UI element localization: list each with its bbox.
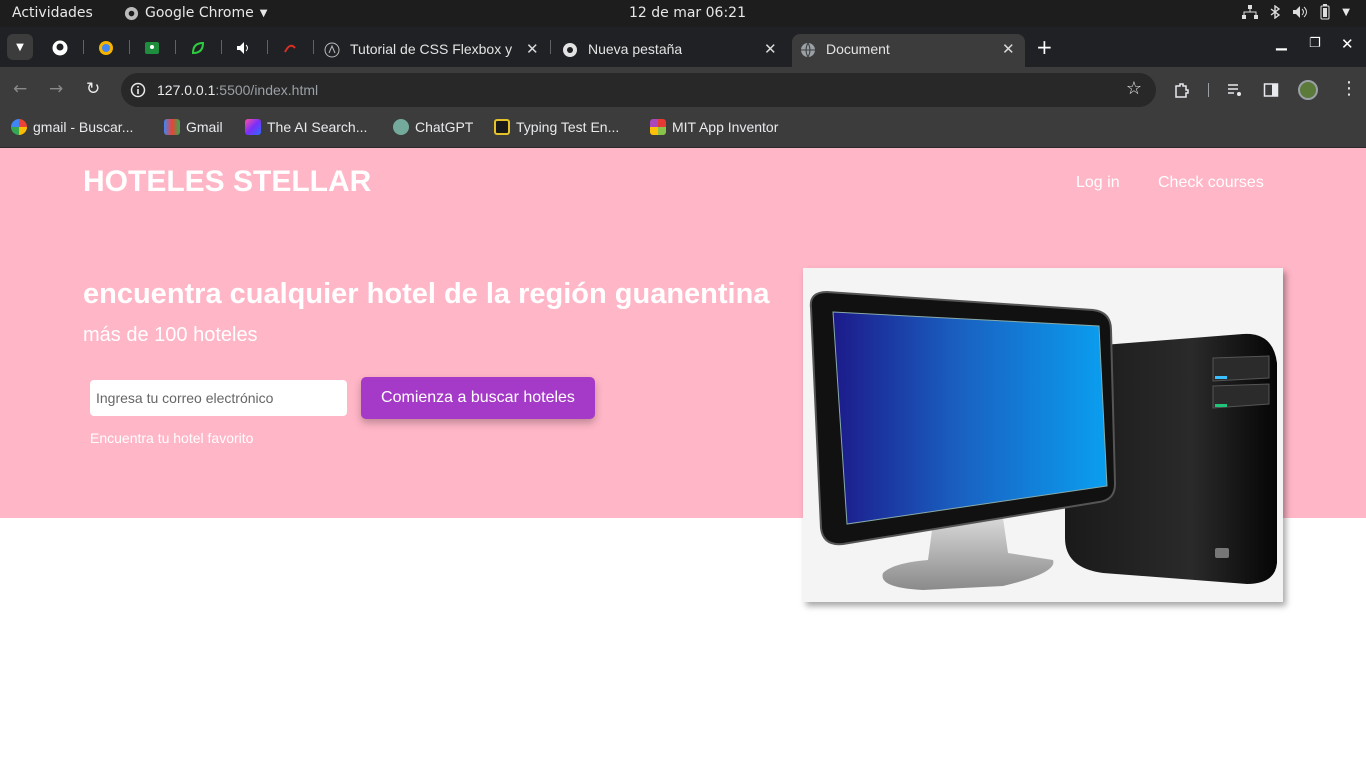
chrome-icon: [124, 6, 139, 20]
menu-icon[interactable]: ⋮: [1340, 78, 1358, 99]
bookmark-item[interactable]: The AI Search...: [245, 119, 367, 135]
bookmark-label: Typing Test En...: [516, 119, 620, 135]
bookmark-item[interactable]: Gmail: [164, 119, 223, 135]
hero-computer-image: [803, 268, 1283, 602]
tab-divider: [175, 40, 176, 54]
chrome-icon: [563, 43, 577, 57]
green-leaf-icon[interactable]: [190, 40, 206, 56]
google-icon: [11, 119, 27, 135]
url-host: 127.0.0.1: [157, 82, 216, 98]
bookmark-label: MIT App Inventor: [672, 119, 779, 135]
bookmark-label: ChatGPT: [415, 119, 474, 135]
close-icon[interactable]: ✕: [1002, 40, 1015, 58]
system-top-bar: Actividades Google Chrome ▼ 12 de mar 06…: [0, 0, 1366, 27]
hero-subheadline: más de 100 hoteles: [83, 324, 258, 346]
profile-avatar[interactable]: [1298, 80, 1318, 100]
side-panel-icon[interactable]: [1263, 82, 1279, 98]
url-text: 127.0.0.1:5500/index.html: [157, 82, 318, 98]
email-input[interactable]: [90, 380, 347, 416]
tab-new-tab[interactable]: Nueva pestaña ✕: [554, 34, 788, 67]
bookmark-item[interactable]: Typing Test En...: [494, 119, 619, 135]
tab-divider: [267, 40, 268, 54]
colorful-app-icon[interactable]: [98, 40, 114, 56]
nav-log-in[interactable]: Log in: [1076, 174, 1120, 192]
tab-divider: [129, 40, 130, 54]
chatgpt-icon: [393, 119, 409, 135]
app-inventor-icon: [650, 119, 666, 135]
globe-icon: [801, 42, 815, 58]
close-window-button[interactable]: ✕: [1341, 35, 1354, 53]
tab-title: Document: [826, 41, 890, 57]
chevron-down-icon: ▼: [1342, 6, 1350, 18]
desktop-computer-illustration: [809, 290, 1277, 590]
media-queue-icon[interactable]: [1227, 82, 1243, 98]
clock[interactable]: 12 de mar 06:21: [629, 5, 746, 21]
toolbar-divider: [1208, 83, 1209, 97]
tab-divider: [550, 40, 551, 54]
tab-search-button[interactable]: ▼: [7, 34, 33, 60]
volume-icon: [1293, 6, 1308, 18]
reload-button[interactable]: ↻: [86, 79, 100, 99]
maximize-button[interactable]: ❐: [1309, 36, 1321, 51]
tab-flexbox[interactable]: Tutorial de CSS Flexbox y ✕: [316, 34, 548, 67]
browser-toolbar: ← → ↻ 127.0.0.1:5500/index.html ☆ ⋮: [0, 67, 1366, 113]
audio-playing-icon[interactable]: [236, 40, 252, 56]
page-viewport: HOTELES STELLAR Log in Check courses enc…: [0, 148, 1366, 768]
site-brand[interactable]: HOTELES STELLAR: [83, 165, 371, 199]
github-icon[interactable]: [52, 40, 68, 56]
red-swirl-icon[interactable]: [282, 40, 298, 56]
extensions-icon[interactable]: [1173, 81, 1191, 99]
tab-title: Nueva pestaña: [588, 41, 683, 57]
bookmark-label: Gmail: [186, 119, 223, 135]
tab-divider: [313, 40, 314, 54]
app-name: Google Chrome: [145, 5, 254, 21]
start-search-button[interactable]: Comienza a buscar hoteles: [361, 377, 595, 419]
new-tab-button[interactable]: +: [1036, 35, 1053, 59]
bookmark-label: The AI Search...: [267, 119, 368, 135]
tab-document[interactable]: Document ✕: [792, 34, 1025, 67]
tab-divider: [83, 40, 84, 54]
bookmark-star-icon[interactable]: ☆: [1126, 78, 1142, 99]
classroom-icon[interactable]: [144, 40, 160, 56]
address-bar[interactable]: 127.0.0.1:5500/index.html ☆: [121, 73, 1156, 107]
astro-icon: [324, 42, 340, 58]
close-icon[interactable]: ✕: [764, 40, 777, 58]
tab-divider: [221, 40, 222, 54]
tab-title: Tutorial de CSS Flexbox y: [350, 41, 513, 57]
bookmark-label: gmail - Buscar...: [33, 119, 134, 135]
nav-check-courses[interactable]: Check courses: [1158, 174, 1264, 192]
chevron-down-icon: ▼: [16, 41, 24, 53]
app-menu[interactable]: Google Chrome ▼: [124, 5, 267, 21]
hero-hint-text: Encuentra tu hotel favorito: [90, 430, 254, 446]
typing-test-icon: [494, 119, 510, 135]
bookmark-item[interactable]: gmail - Buscar...: [11, 119, 133, 135]
close-icon[interactable]: ✕: [526, 40, 539, 58]
url-path: :5500/index.html: [215, 82, 319, 98]
bookmark-item[interactable]: ChatGPT: [393, 119, 473, 135]
tab-strip: ▼ Tutorial de CSS Flexbox y ✕ Nueva pest…: [0, 27, 1366, 67]
bluetooth-icon: [1270, 5, 1281, 19]
site-info-icon[interactable]: [130, 82, 146, 98]
battery-icon: [1320, 4, 1330, 20]
system-tray[interactable]: ▼: [1242, 4, 1350, 20]
back-button[interactable]: ←: [13, 79, 27, 99]
chevron-down-icon: ▼: [259, 7, 268, 19]
gmail-icon: [164, 119, 180, 135]
ai-search-icon: [245, 119, 261, 135]
forward-button[interactable]: →: [49, 79, 63, 99]
minimize-button[interactable]: ▁: [1276, 35, 1287, 51]
bookmarks-bar: gmail - Buscar... Gmail The AI Search...…: [0, 113, 1366, 148]
hero-headline: encuentra cualquier hotel de la región g…: [83, 278, 770, 310]
bookmark-item[interactable]: MIT App Inventor: [650, 119, 778, 135]
network-icon: [1242, 5, 1259, 19]
activities-button[interactable]: Actividades: [12, 5, 93, 21]
